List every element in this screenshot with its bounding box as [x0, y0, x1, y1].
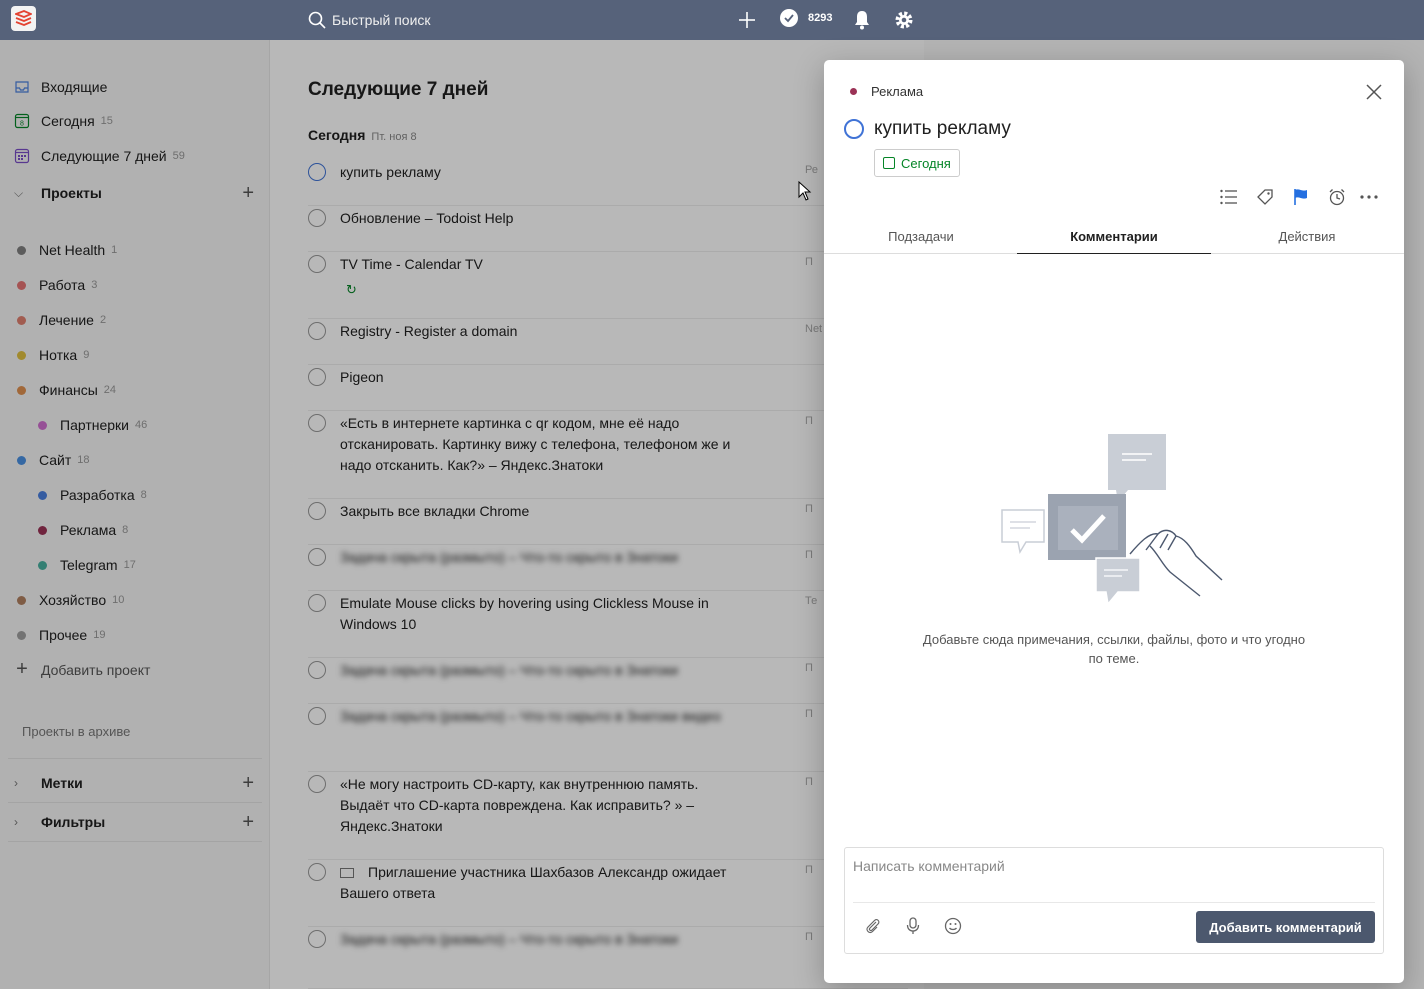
logo-icon[interactable] — [11, 6, 36, 31]
project-color-dot — [850, 88, 857, 95]
search-icon — [308, 11, 326, 29]
divider — [853, 902, 1375, 903]
complete-checkbox[interactable] — [844, 119, 864, 139]
quick-search[interactable]: Быстрый поиск — [308, 9, 431, 31]
gear-icon[interactable] — [892, 8, 916, 32]
bell-icon[interactable] — [850, 8, 874, 32]
comment-composer: Добавить комментарий — [844, 847, 1384, 954]
add-icon[interactable] — [735, 8, 759, 32]
tab-comments[interactable]: Комментарии — [1017, 218, 1211, 254]
due-date-label: Сегодня — [901, 155, 951, 171]
due-date-button[interactable]: Сегодня — [874, 149, 960, 177]
karma-icon — [780, 9, 798, 27]
task-project[interactable]: Реклама — [850, 84, 923, 99]
subtasks-icon[interactable] — [1218, 186, 1240, 208]
top-bar: Быстрый поиск 8293 — [0, 0, 1424, 40]
reminder-alarm-icon[interactable] — [1326, 186, 1348, 208]
empty-comments-text: Добавьте сюда примечания, ссылки, файлы,… — [922, 632, 1306, 666]
tab-activity[interactable]: Действия — [1210, 218, 1404, 254]
attach-paperclip-icon[interactable] — [862, 915, 884, 937]
mouse-cursor-icon — [798, 181, 812, 201]
tab-subtasks[interactable]: Подзадачи — [824, 218, 1018, 254]
comment-input[interactable] — [853, 854, 1373, 878]
task-detail-modal: Реклама купить рекламу Сегодня Подзадачи… — [824, 60, 1404, 983]
emoji-icon[interactable] — [942, 915, 964, 937]
priority-flag-icon[interactable] — [1290, 186, 1312, 208]
calendar-icon — [883, 157, 895, 169]
microphone-icon[interactable] — [902, 915, 924, 937]
close-icon[interactable] — [1364, 82, 1384, 102]
label-tag-icon[interactable] — [1254, 186, 1276, 208]
comments-empty-illustration — [1001, 434, 1223, 606]
karma-count: 8293 — [808, 12, 833, 24]
task-title-row: купить рекламу — [844, 118, 1011, 140]
search-placeholder: Быстрый поиск — [332, 12, 431, 28]
project-name: Реклама — [871, 84, 924, 99]
add-comment-button[interactable]: Добавить комментарий — [1196, 911, 1375, 943]
task-title[interactable]: купить рекламу — [874, 118, 1011, 140]
karma-indicator[interactable]: 8293 — [780, 9, 832, 27]
more-options-icon[interactable] — [1358, 186, 1380, 208]
detail-tabs: Подзадачи Комментарии Действия — [824, 218, 1404, 254]
